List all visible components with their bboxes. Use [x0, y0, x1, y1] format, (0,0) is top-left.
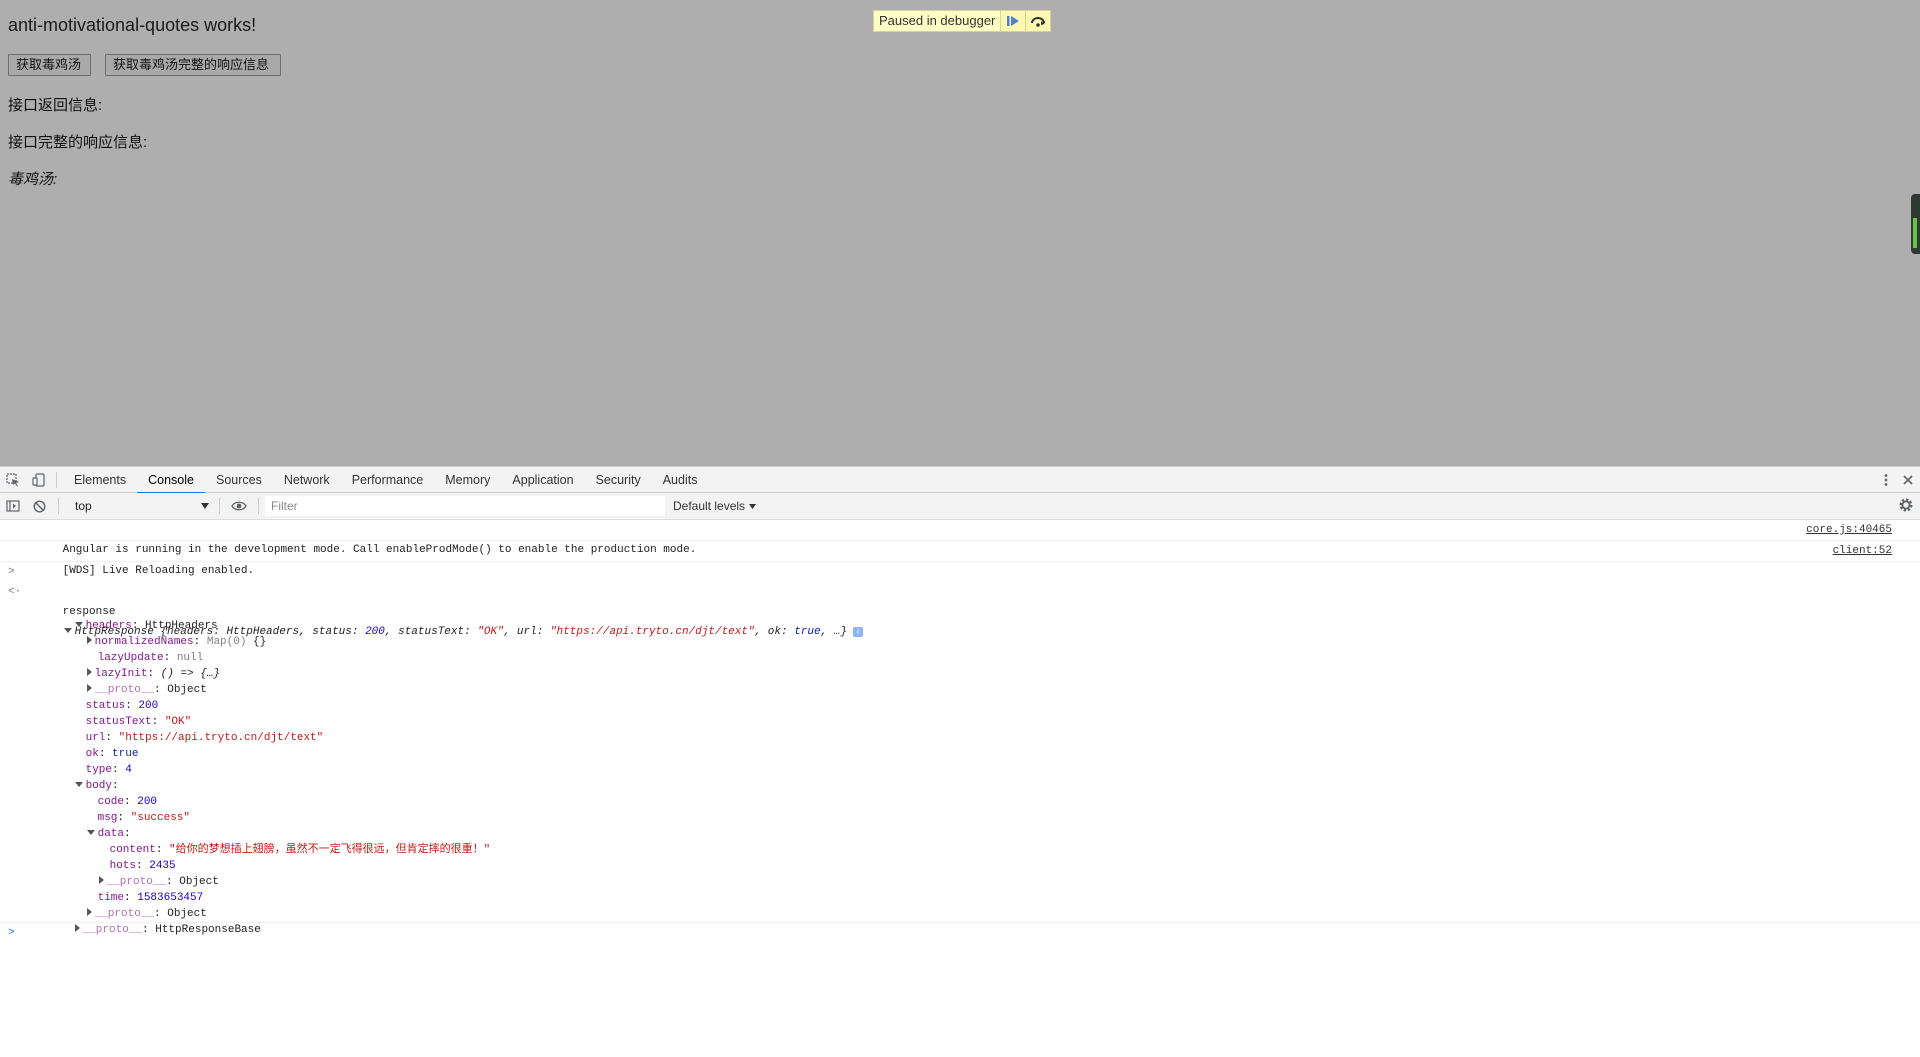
- tree-row-response-proto[interactable]: __proto__: HttpResponseBase: [0, 906, 1920, 936]
- devtools-panel: Elements Console Sources Network Perform…: [0, 466, 1920, 1057]
- toolbar-separator: [258, 498, 259, 514]
- inspect-element-button[interactable]: [0, 467, 26, 493]
- tree-row-normalizednames[interactable]: normalizedNames: Map(0) {}: [0, 618, 1920, 648]
- inspect-cursor-icon: [6, 472, 19, 486]
- tab-performance[interactable]: Performance: [341, 467, 435, 493]
- console-message: Angular is running in the development mo…: [0, 520, 1920, 556]
- sidebar-toggle-icon: [6, 500, 20, 512]
- response-info-label: 接口返回信息:: [8, 97, 103, 114]
- tab-console[interactable]: Console: [137, 467, 205, 494]
- log-levels-label: Default levels: [673, 499, 746, 513]
- context-selector[interactable]: top: [73, 497, 213, 515]
- side-meter-widget: [1911, 194, 1920, 254]
- console-toolbar: top Default levels: [0, 493, 1920, 520]
- tree-row-headers[interactable]: headers: HttpHeaders: [0, 602, 1920, 632]
- get-full-response-button[interactable]: 获取毒鸡汤完整的响应信息: [105, 54, 281, 76]
- prompt-chevron-icon: >: [8, 927, 15, 939]
- console-settings-button[interactable]: [1898, 497, 1914, 518]
- page-viewport: anti-motivational-quotes works! 获取毒鸡汤 获取…: [0, 0, 1920, 466]
- chevron-right-icon: >: [8, 566, 15, 578]
- device-toolbar-button[interactable]: [26, 467, 52, 493]
- paused-in-debugger-overlay: Paused in debugger: [873, 10, 1052, 32]
- paused-text: Paused in debugger: [879, 13, 996, 28]
- tree-row-proto[interactable]: __proto__: Object: [0, 666, 1920, 696]
- tree-row-type: type: 4: [85, 764, 132, 776]
- tree-row-hots: hots: 2435: [109, 860, 176, 872]
- live-expression-button[interactable]: [226, 493, 252, 519]
- filter-input[interactable]: [265, 496, 665, 516]
- tree-row-content: content: "给你的梦想插上翅膀，虽然不一定飞得很远，但肯定摔的很重！": [109, 844, 491, 856]
- tree-row-time: time: 1583653457: [97, 892, 204, 904]
- console-result-summary[interactable]: <· HttpResponse {headers: HttpHeaders, s…: [0, 582, 1920, 638]
- tab-audits[interactable]: Audits: [652, 467, 709, 493]
- console-command: > response: [0, 562, 1920, 618]
- tab-network[interactable]: Network: [273, 467, 341, 493]
- tree-row-ok: ok: true: [85, 748, 139, 760]
- step-over-button[interactable]: [1025, 11, 1051, 31]
- devtools-tabbar: Elements Console Sources Network Perform…: [0, 467, 1920, 494]
- tree-row-statustext: statusText: "OK": [85, 716, 192, 728]
- gear-icon: [1899, 498, 1913, 512]
- quote-label: 毒鸡汤:: [8, 171, 58, 188]
- show-sidebar-button[interactable]: [0, 493, 26, 519]
- tab-security[interactable]: Security: [585, 467, 652, 493]
- tab-memory[interactable]: Memory: [434, 467, 501, 493]
- context-value: top: [75, 499, 92, 513]
- tree-row-status: status: 200: [85, 700, 159, 712]
- tab-separator: [56, 471, 57, 488]
- tree-row-msg: msg: "success": [97, 812, 191, 824]
- tree-row-lazyinit[interactable]: lazyInit: () => {…}: [0, 650, 1920, 680]
- toolbar-separator: [219, 498, 220, 514]
- eye-icon: [231, 501, 247, 511]
- return-arrow-icon: <·: [8, 586, 22, 598]
- more-options-icon[interactable]: [1880, 473, 1892, 487]
- console-prompt[interactable]: >: [0, 922, 1920, 943]
- tab-elements[interactable]: Elements: [63, 467, 137, 493]
- resume-icon: [1007, 16, 1020, 26]
- get-quote-button[interactable]: 获取毒鸡汤: [8, 54, 91, 76]
- meter-bar: [1913, 218, 1917, 248]
- console-message: [WDS] Live Reloading enabled. client:52: [0, 541, 1920, 577]
- tab-application[interactable]: Application: [501, 467, 584, 493]
- close-icon[interactable]: [1902, 474, 1914, 486]
- tree-row-data[interactable]: data:: [0, 810, 1920, 840]
- devtools-window-controls: [1880, 467, 1914, 493]
- tab-sources[interactable]: Sources: [205, 467, 273, 493]
- tree-row-body-proto[interactable]: __proto__: Object: [0, 890, 1920, 920]
- clear-console-icon: [32, 499, 46, 513]
- console-log: Angular is running in the development mo…: [0, 520, 1920, 943]
- resume-button[interactable]: [1000, 11, 1026, 31]
- dropdown-arrow-icon: [749, 503, 757, 509]
- message-source-link[interactable]: core.js:40465: [1806, 520, 1892, 540]
- full-response-info-label: 接口完整的响应信息:: [8, 134, 148, 151]
- message-source-link[interactable]: client:52: [1833, 541, 1892, 561]
- step-over-icon: [1031, 17, 1046, 27]
- tree-row-data-proto[interactable]: __proto__: Object: [0, 858, 1920, 888]
- dropdown-arrow-icon: [201, 503, 209, 509]
- toolbar-separator: [58, 498, 59, 514]
- log-levels-dropdown[interactable]: Default levels: [673, 499, 757, 513]
- app-title: anti-motivational-quotes works!: [8, 15, 257, 35]
- tree-row-url: url: "https://api.tryto.cn/djt/text": [85, 732, 324, 744]
- tree-row-body[interactable]: body:: [0, 762, 1920, 792]
- tree-row-lazyupdate: lazyUpdate: null: [97, 652, 204, 664]
- device-mode-icon: [32, 472, 45, 487]
- tree-row-code: code: 200: [97, 796, 158, 808]
- clear-console-button[interactable]: [26, 493, 52, 519]
